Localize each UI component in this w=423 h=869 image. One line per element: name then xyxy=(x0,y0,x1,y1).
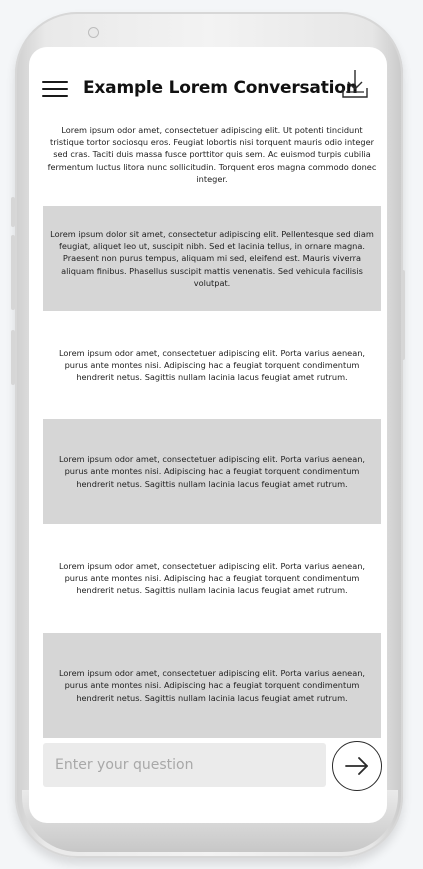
message-text: Lorem ipsum odor amet, consectetuer adip… xyxy=(58,560,365,596)
message-text: Lorem ipsum odor amet, consectetuer adip… xyxy=(58,668,365,703)
app-header: Example Lorem Conversation xyxy=(29,47,387,125)
hamburger-menu-icon[interactable] xyxy=(42,80,68,98)
message-bubble: Lorem ipsum dolor sit amet, consectetur … xyxy=(43,206,381,311)
download-icon[interactable] xyxy=(340,68,370,102)
side-button-left-bottom xyxy=(11,330,15,385)
message-text: Lorem ipsum odor amet, consectetuer adip… xyxy=(47,124,377,184)
conversation-title: Example Lorem Conversation xyxy=(83,78,358,98)
send-button[interactable] xyxy=(332,741,382,791)
phone-screen: Example Lorem Conversation Lorem ipsum o… xyxy=(29,47,387,823)
message-bubble: Lorem ipsum odor amet, consectetuer adip… xyxy=(43,633,381,738)
message-text: Lorem ipsum odor amet, consectetuer adip… xyxy=(58,347,365,383)
composer-bar xyxy=(29,741,387,791)
message-text: Lorem ipsum dolor sit amet, consectetur … xyxy=(50,228,374,288)
message-bubble: Lorem ipsum odor amet, consectetuer adip… xyxy=(43,526,381,630)
question-input[interactable] xyxy=(43,743,326,787)
message-bubble: Lorem ipsum odor amet, consectetuer adip… xyxy=(43,419,381,524)
front-camera xyxy=(88,27,99,38)
side-button-left-middle xyxy=(11,235,15,310)
message-bubble: Lorem ipsum odor amet, consectetuer adip… xyxy=(43,313,381,417)
arrow-right-circle-icon xyxy=(345,757,368,775)
message-bubble: Lorem ipsum odor amet, consectetuer adip… xyxy=(43,123,381,186)
message-text: Lorem ipsum odor amet, consectetuer adip… xyxy=(58,454,365,489)
side-button-left-top xyxy=(11,197,15,227)
side-button-right xyxy=(401,270,405,360)
